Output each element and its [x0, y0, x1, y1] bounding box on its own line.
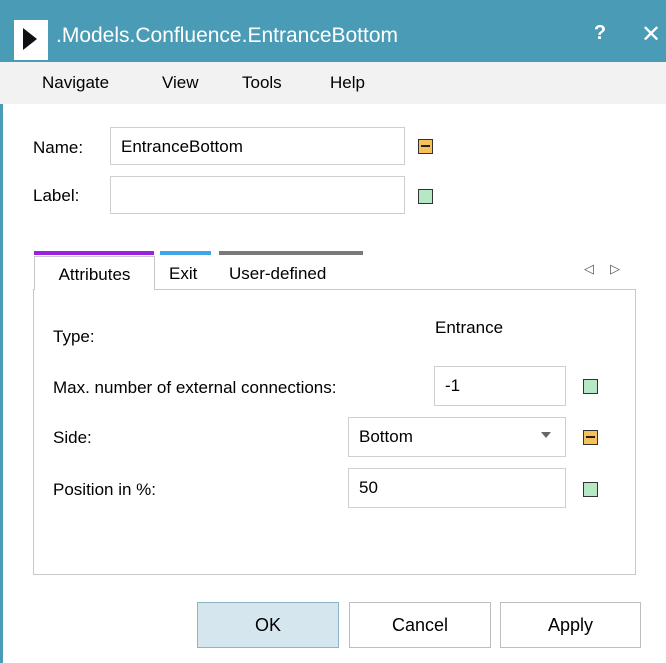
- menu-item-navigate[interactable]: Navigate: [42, 73, 109, 93]
- apply-button[interactable]: Apply: [500, 602, 641, 648]
- close-icon[interactable]: ✕: [636, 20, 666, 52]
- position-label: Position in %:: [53, 480, 156, 499]
- tab-accent-exit: [160, 251, 211, 255]
- max-connections-input[interactable]: -1: [434, 366, 566, 406]
- name-input[interactable]: EntranceBottom: [110, 127, 405, 165]
- side-label: Side:: [53, 428, 92, 447]
- window-title: .Models.Confluence.EntranceBottom: [56, 24, 399, 47]
- menu-item-view[interactable]: View: [162, 73, 199, 93]
- help-button[interactable]: ?: [588, 22, 612, 52]
- tab-accent-user-defined: [219, 251, 363, 255]
- name-inherit-indicator[interactable]: [418, 139, 433, 154]
- position-inherit-indicator[interactable]: [583, 482, 598, 497]
- chevron-down-icon[interactable]: [541, 432, 551, 438]
- tab-scroll-left-icon[interactable]: ◁: [584, 261, 594, 277]
- tab-attributes[interactable]: Attributes: [34, 256, 155, 290]
- type-value: Entrance: [435, 318, 504, 337]
- name-label: Name:: [33, 138, 84, 157]
- type-label: Type:: [53, 327, 95, 346]
- tab-exit[interactable]: Exit: [169, 256, 214, 290]
- tab-accent-attributes: [34, 251, 154, 255]
- app-icon: [14, 20, 48, 60]
- label-input[interactable]: [110, 176, 405, 214]
- max-connections-inherit-indicator[interactable]: [583, 379, 598, 394]
- ok-button[interactable]: OK: [197, 602, 339, 648]
- max-connections-label: Max. number of external connections:: [53, 378, 337, 397]
- tab-scroll-right-icon[interactable]: ▷: [610, 261, 620, 277]
- cancel-button[interactable]: Cancel: [349, 602, 491, 648]
- tab-user-defined[interactable]: User-defined: [229, 256, 369, 290]
- side-dropdown[interactable]: Bottom: [348, 417, 566, 457]
- position-input[interactable]: 50: [348, 468, 566, 508]
- side-inherit-indicator[interactable]: [583, 430, 598, 445]
- window-border: [0, 104, 3, 663]
- menu-item-tools[interactable]: Tools: [242, 73, 282, 93]
- label-label: Label:: [33, 186, 80, 205]
- menu-item-help[interactable]: Help: [330, 73, 365, 93]
- menu-bar: Navigate View Tools Help: [0, 62, 666, 104]
- label-inherit-indicator[interactable]: [418, 189, 433, 204]
